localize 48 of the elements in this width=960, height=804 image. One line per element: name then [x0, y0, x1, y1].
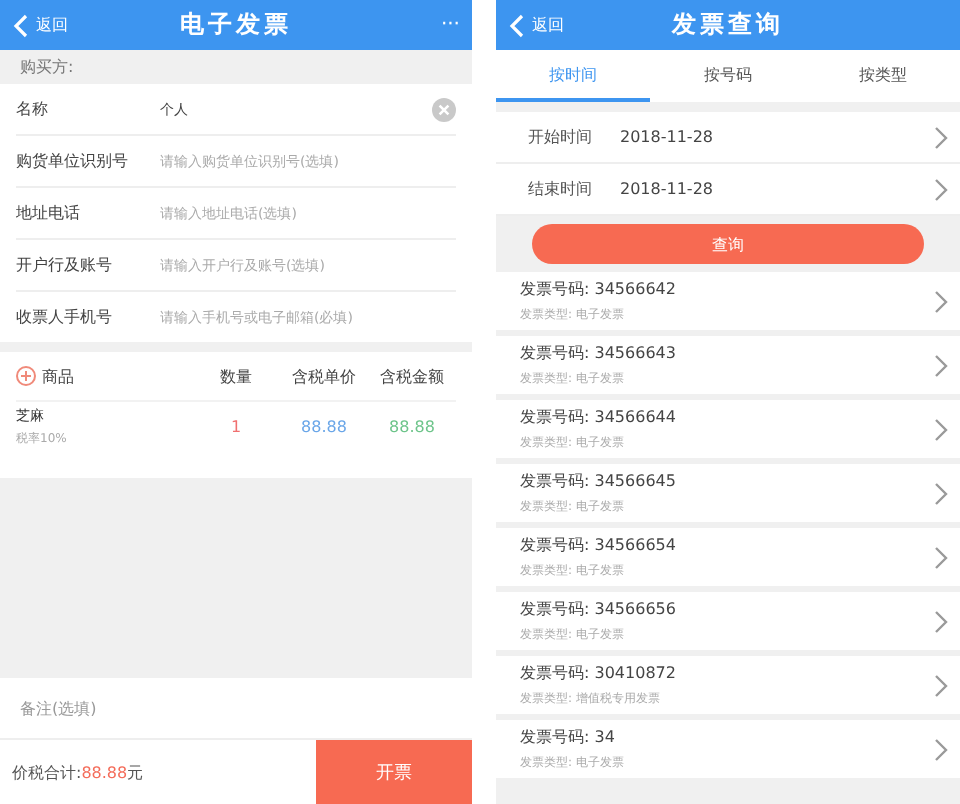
invoice-number: 发票号码: 30410872: [520, 662, 678, 684]
chevron-icon: [934, 737, 948, 761]
screen-title: 发票查询: [669, 8, 786, 42]
field-label: 收票人手机号: [16, 306, 114, 328]
tab[interactable]: 按号码: [650, 50, 806, 102]
invoice-number: 发票号码: 34566645: [520, 470, 678, 492]
chevron-icon: [934, 177, 948, 201]
chevron-icon: [934, 353, 948, 377]
date-value: 2018-11-28: [620, 128, 715, 146]
section-label: 购买方:: [18, 56, 76, 80]
column-header: 商品: [42, 365, 74, 387]
date-label: 开始时间: [528, 126, 594, 148]
invoice-number: 发票号码: 34566644: [520, 406, 678, 428]
invoice-number: 发票号码: 34566654: [520, 534, 678, 556]
chevron-icon: [934, 609, 948, 633]
add-icon: [16, 366, 36, 386]
back-icon: [12, 13, 28, 37]
note-field[interactable]: 备注(选填): [0, 678, 472, 740]
quantity: 1: [228, 417, 244, 435]
column-header: 含税单价: [290, 365, 358, 387]
field-label: 开户行及账号: [16, 254, 114, 276]
chevron-icon: [934, 545, 948, 569]
chevron-icon: [934, 125, 948, 149]
invoice-number: 发票号码: 34: [520, 726, 617, 748]
field-label: 购货单位识别号: [16, 150, 130, 172]
column-header: 数量: [218, 365, 254, 387]
total-amount: 88.88: [81, 763, 128, 781]
date-row[interactable]: 开始时间 2018-11-28: [496, 112, 960, 164]
date-row[interactable]: 结束时间 2018-11-28: [496, 164, 960, 216]
date-label: 结束时间: [528, 178, 594, 200]
invoice-number: 发票号码: 34566643: [520, 342, 678, 364]
tab[interactable]: 按类型: [805, 50, 960, 102]
chevron-icon: [934, 417, 948, 441]
date-value: 2018-11-28: [620, 180, 715, 198]
currency-unit: 元: [127, 763, 144, 781]
invoice-number: 发票号码: 34566656: [520, 598, 678, 620]
total-label: 价税合计:: [12, 763, 82, 781]
screen-title: 电子发票: [178, 8, 294, 42]
unit-price: 88.88: [299, 417, 349, 435]
chevron-icon: [934, 289, 948, 313]
field-label: 名称: [16, 98, 50, 120]
amount: 88.88: [387, 417, 437, 435]
chevron-icon: [934, 481, 948, 505]
chevron-icon: [934, 673, 948, 697]
column-header: 含税金额: [378, 365, 446, 387]
field-label: 地址电话: [16, 202, 82, 224]
back-icon: [508, 13, 524, 37]
invoice-number: 发票号码: 34566642: [520, 278, 678, 300]
